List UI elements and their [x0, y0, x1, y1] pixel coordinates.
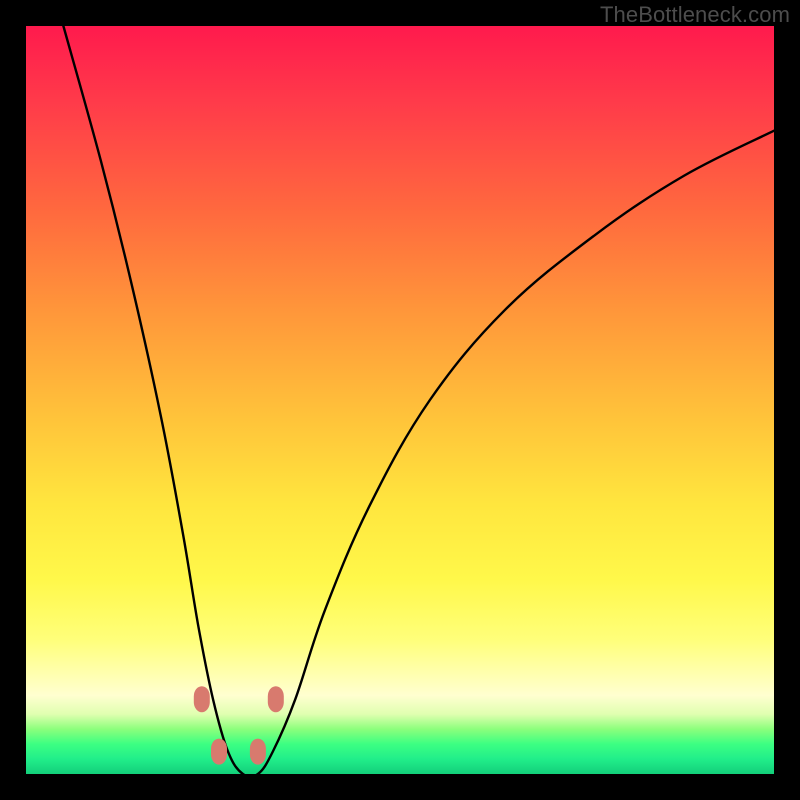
watermark-text: TheBottleneck.com — [600, 2, 790, 28]
curve-marker — [268, 686, 284, 712]
chart-panel — [26, 26, 774, 774]
curve-marker — [211, 739, 227, 765]
curve-marker — [250, 739, 266, 765]
marker-group — [194, 686, 284, 764]
bottleneck-curve — [63, 26, 774, 777]
bottleneck-chart — [26, 26, 774, 774]
curve-marker — [194, 686, 210, 712]
